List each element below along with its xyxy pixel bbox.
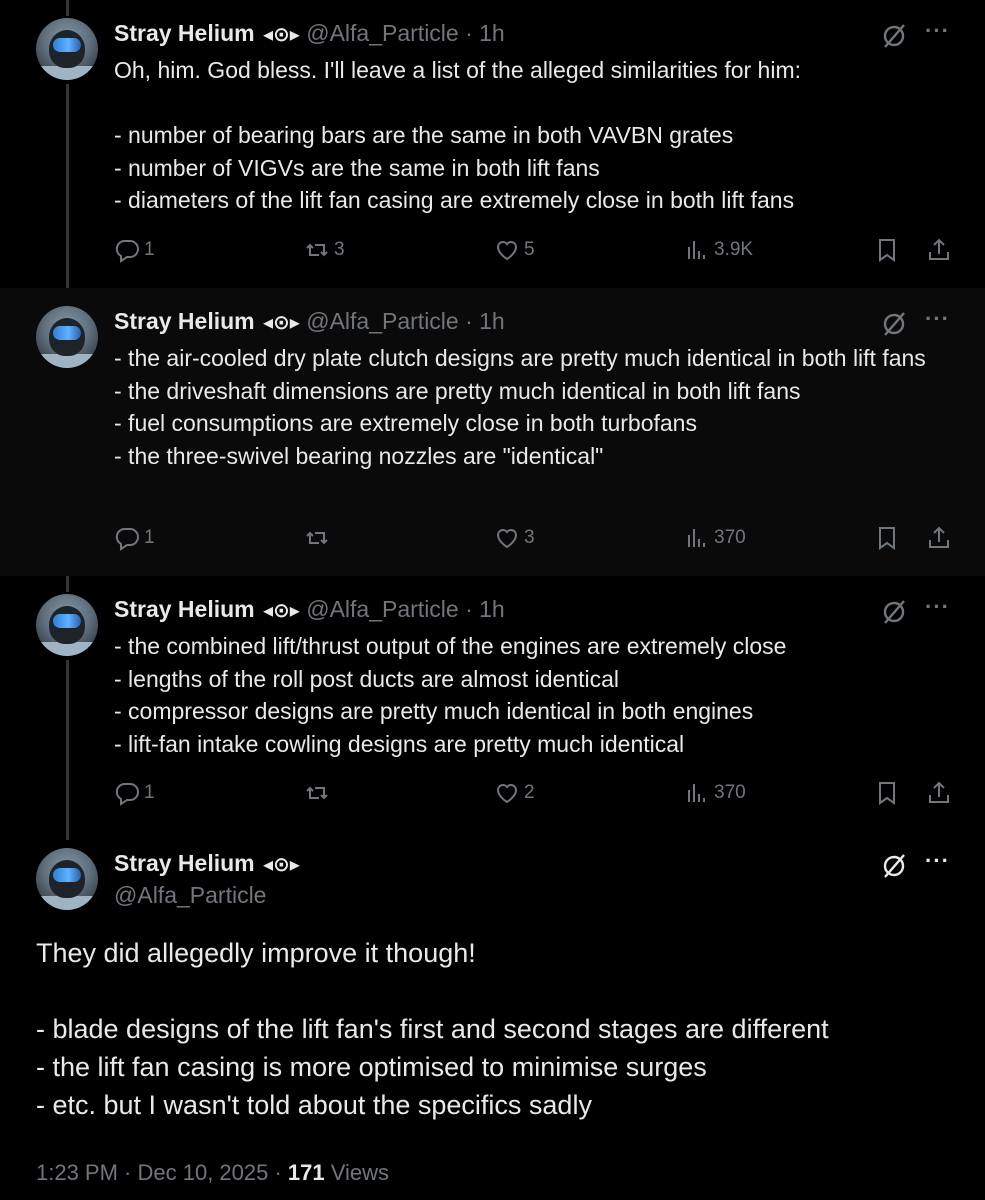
- timestamp[interactable]: 1:23 PM · Dec 10, 2025 ·: [36, 1160, 288, 1185]
- main-tweet: Stray Helium ◂⊙▸ @Alfa_Particle ··· They…: [0, 830, 985, 1200]
- like-button[interactable]: 3: [494, 525, 535, 551]
- views-count: 370: [714, 782, 746, 803]
- grok-icon[interactable]: [880, 852, 908, 880]
- views-count: 3.9K: [714, 239, 754, 260]
- action-bar: 1 3 5 3.9K: [114, 237, 954, 267]
- repost-count: 3: [334, 239, 345, 260]
- repost-button[interactable]: [304, 525, 334, 551]
- affiliate-badge: ◂⊙▸: [263, 854, 300, 876]
- share-button[interactable]: [926, 525, 956, 551]
- action-bar: 1 2 370: [114, 780, 954, 810]
- bookmark-button[interactable]: [874, 237, 904, 263]
- grok-icon[interactable]: [880, 310, 908, 338]
- author-handle[interactable]: @Alfa_Particle: [306, 308, 458, 334]
- grok-icon[interactable]: [880, 598, 908, 626]
- tweet-text: - the air-cooled dry plate clutch design…: [114, 345, 926, 469]
- share-button[interactable]: [926, 780, 956, 806]
- bookmark-button[interactable]: [874, 525, 904, 551]
- bookmark-icon: [879, 527, 895, 550]
- views-button[interactable]: 370: [684, 525, 746, 551]
- views-button[interactable]: 3.9K: [684, 237, 753, 263]
- author-handle[interactable]: @Alfa_Particle: [306, 596, 458, 622]
- reply-button[interactable]: 1: [114, 237, 155, 263]
- share-icon: [929, 526, 949, 548]
- heart-icon: [496, 241, 518, 261]
- tweet-time[interactable]: · 1h: [465, 20, 505, 46]
- affiliate-badge: ◂⊙▸: [263, 600, 300, 622]
- heart-icon: [496, 784, 518, 804]
- tweet-time[interactable]: · 1h: [465, 596, 505, 622]
- action-bar: 1 3 370: [114, 525, 954, 555]
- repost-icon: [306, 243, 328, 257]
- avatar[interactable]: [36, 848, 98, 910]
- share-button[interactable]: [926, 237, 956, 263]
- tweet-3[interactable]: Stray Helium ◂⊙▸ @Alfa_Particle · 1h ···…: [0, 576, 985, 830]
- author-name[interactable]: Stray Helium: [114, 850, 255, 876]
- tweet-time[interactable]: · 1h: [465, 308, 505, 334]
- more-icon[interactable]: ···: [925, 18, 950, 44]
- heart-icon: [496, 529, 518, 549]
- like-button[interactable]: 2: [494, 780, 535, 806]
- avatar[interactable]: [36, 594, 98, 656]
- like-count: 3: [524, 527, 535, 548]
- author-handle[interactable]: @Alfa_Particle: [306, 20, 458, 46]
- like-count: 2: [524, 782, 535, 803]
- views-button[interactable]: 370: [684, 780, 746, 806]
- author-name[interactable]: Stray Helium: [114, 308, 255, 334]
- author-name[interactable]: Stray Helium: [114, 20, 255, 46]
- like-button[interactable]: 5: [494, 237, 535, 263]
- tweet-header: Stray Helium ◂⊙▸ @Alfa_Particle · 1h: [114, 596, 505, 623]
- reply-icon: [115, 240, 139, 263]
- views-count: 171: [287, 1160, 325, 1185]
- tweet-header: Stray Helium ◂⊙▸ @Alfa_Particle · 1h: [114, 308, 505, 335]
- tweet-text: - the combined lift/thrust output of the…: [114, 633, 787, 757]
- repost-button[interactable]: 3: [304, 237, 345, 263]
- main-tweet-header: Stray Helium ◂⊙▸: [114, 850, 300, 877]
- views-icon: [688, 529, 705, 547]
- more-icon[interactable]: ···: [925, 848, 950, 874]
- more-icon[interactable]: ···: [925, 306, 950, 332]
- tweet-1[interactable]: Stray Helium ◂⊙▸ @Alfa_Particle · 1h ···…: [0, 0, 985, 288]
- avatar[interactable]: [36, 18, 98, 80]
- views-label: Views: [324, 1160, 390, 1185]
- bookmark-icon: [879, 239, 895, 262]
- tweet-header: Stray Helium ◂⊙▸ @Alfa_Particle · 1h: [114, 20, 505, 47]
- reply-count: 1: [144, 782, 155, 803]
- share-icon: [929, 238, 949, 260]
- affiliate-badge: ◂⊙▸: [263, 24, 300, 46]
- bookmark-icon: [879, 782, 895, 805]
- main-tweet-text: They did allegedly improve it though! - …: [36, 938, 829, 1120]
- reply-icon: [115, 783, 139, 806]
- like-count: 5: [524, 239, 535, 260]
- reply-count: 1: [144, 527, 155, 548]
- bookmark-button[interactable]: [874, 780, 904, 806]
- repost-icon: [306, 531, 328, 545]
- repost-icon: [306, 786, 328, 800]
- reply-button[interactable]: 1: [114, 525, 155, 551]
- author-name[interactable]: Stray Helium: [114, 596, 255, 622]
- reply-button[interactable]: 1: [114, 780, 155, 806]
- repost-button[interactable]: [304, 780, 334, 806]
- affiliate-badge: ◂⊙▸: [263, 312, 300, 334]
- reply-icon: [115, 528, 139, 551]
- views-icon: [688, 241, 705, 259]
- main-tweet-handle: @Alfa_Particle: [114, 882, 266, 909]
- share-icon: [929, 781, 949, 803]
- views-icon: [688, 784, 705, 802]
- tweet-2[interactable]: Stray Helium ◂⊙▸ @Alfa_Particle · 1h ···…: [0, 288, 985, 576]
- tweet-text: Oh, him. God bless. I'll leave a list of…: [114, 57, 802, 213]
- views-count: 370: [714, 527, 746, 548]
- tweet-meta: 1:23 PM · Dec 10, 2025 · 171 Views: [36, 1160, 389, 1186]
- author-handle[interactable]: @Alfa_Particle: [114, 882, 266, 908]
- grok-icon[interactable]: [880, 22, 908, 50]
- reply-count: 1: [144, 239, 155, 260]
- avatar[interactable]: [36, 306, 98, 368]
- more-icon[interactable]: ···: [925, 594, 950, 620]
